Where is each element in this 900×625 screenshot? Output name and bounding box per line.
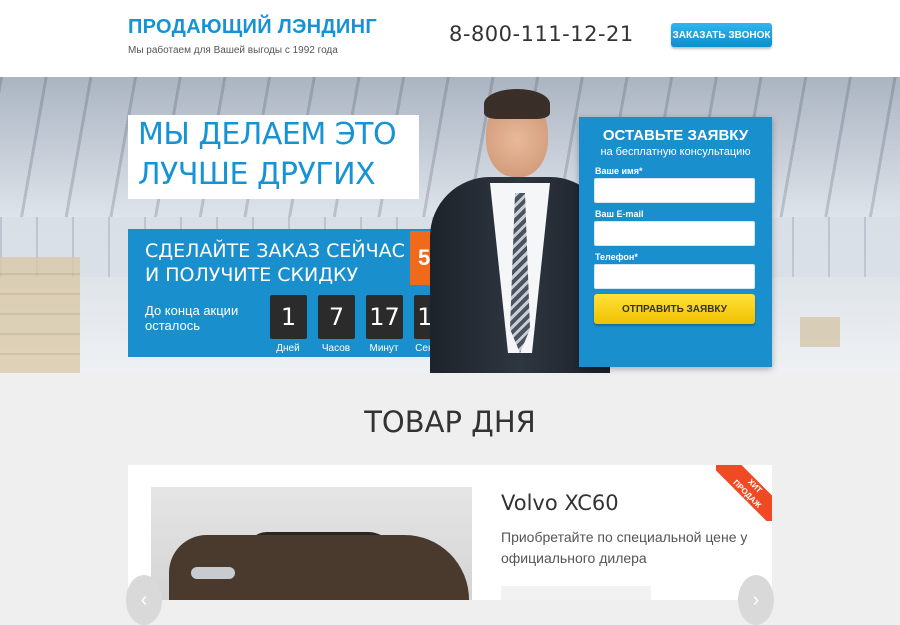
name-label: Ваше имя* [595, 166, 643, 176]
section-title: ТОВАР ДНЯ [364, 405, 536, 439]
email-label: Ваш E-mail [595, 209, 644, 219]
site-header: ПРОДАЮЩИЙ ЛЭНДИНГ Мы работаем для Вашей … [0, 0, 900, 77]
timer-minutes: 17 [366, 295, 403, 339]
name-field[interactable] [594, 178, 755, 203]
brand-subtitle: Мы работаем для Вашей выгоды с 1992 года [128, 45, 338, 56]
countdown-label-line-1: До конца акции [145, 303, 239, 318]
form-subtitle: на бесплатную консультацию [600, 146, 751, 158]
product-name: Volvo XC60 [501, 491, 619, 515]
car-headlight [191, 567, 235, 579]
email-field[interactable] [594, 221, 755, 246]
promo-title-line-1: СДЕЛАЙТЕ ЗАКАЗ СЕЙЧАС [145, 240, 405, 262]
timer-hours: 7 [318, 295, 355, 339]
request-form: ОСТАВЬТЕ ЗАЯВКУ на бесплатную консультац… [579, 117, 772, 367]
countdown-label-line-2: осталось [145, 318, 201, 333]
form-title: ОСТАВЬТЕ ЗАЯВКУ [602, 127, 749, 144]
brand-title: ПРОДАЮЩИЙ ЛЭНДИНГ [128, 16, 377, 38]
product-card: Volvo XC60 Приобретайте по специальной ц… [128, 465, 772, 600]
ribbon-text: ХИТ ПРОДАЖ [716, 465, 772, 521]
warehouse-boxes [0, 257, 80, 373]
phone-field[interactable] [594, 264, 755, 289]
chevron-left-icon[interactable]: ‹ [126, 575, 162, 625]
headline-line-2: ЛУЧШЕ ДРУГИХ [138, 157, 376, 192]
order-callback-button[interactable]: ЗАКАЗАТЬ ЗВОНОК [671, 23, 772, 47]
timer-days: 1 [270, 295, 307, 339]
timer-minutes-label: Минут [369, 343, 399, 354]
timer-days-label: Дней [276, 343, 300, 354]
chevron-right-icon[interactable]: › [738, 575, 774, 625]
headline-line-1: МЫ ДЕЛАЕМ ЭТО [138, 117, 397, 152]
bestseller-ribbon: ХИТ ПРОДАЖ [716, 465, 772, 521]
warehouse-boxes-right [800, 317, 840, 347]
timer-hours-label: Часов [321, 343, 351, 354]
promo-title-line-2: И ПОЛУЧИТЕ СКИДКУ [145, 264, 359, 286]
phone-number[interactable]: 8-800-111-12-21 [449, 22, 634, 46]
product-description: Приобретайте по специальной цене у офици… [501, 529, 748, 566]
headline-box: МЫ ДЕЛАЕМ ЭТО ЛУЧШЕ ДРУГИХ [128, 115, 419, 199]
product-price-box [501, 586, 651, 600]
phone-label: Телефон* [595, 252, 638, 262]
hair [484, 89, 550, 119]
submit-request-button[interactable]: ОТПРАВИТЬ ЗАЯВКУ [594, 294, 755, 324]
product-image [151, 487, 472, 600]
